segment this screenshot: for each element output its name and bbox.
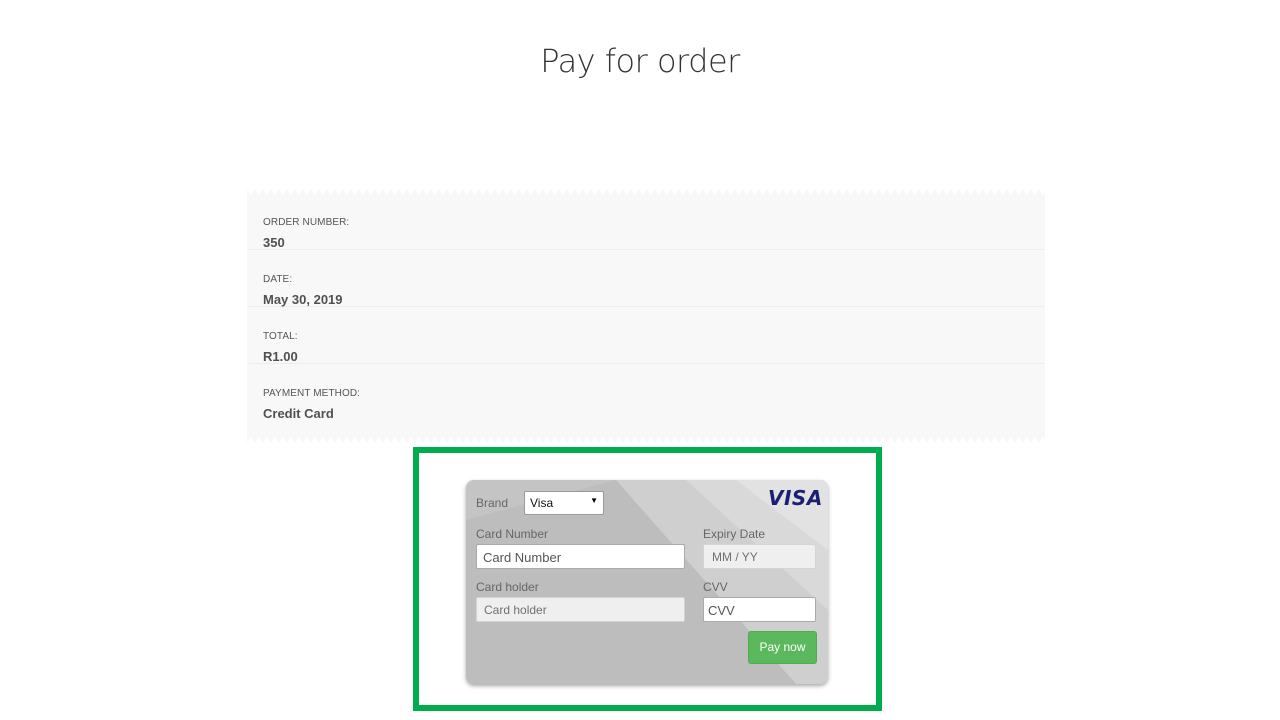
brand-selected-value: Visa	[530, 496, 554, 510]
order-details: ORDER NUMBER: 350 DATE: May 30, 2019 TOT…	[247, 189, 1045, 443]
brand-select[interactable]: Visa ▼	[524, 491, 604, 515]
order-number-label: ORDER NUMBER:	[263, 217, 350, 228]
page-title: Pay for order	[540, 42, 740, 80]
card-holder-label: Card holder	[476, 580, 539, 594]
expiry-date-input[interactable]: MM / YY	[703, 544, 816, 569]
brand-label: Brand	[476, 496, 509, 510]
order-row-payment-method: PAYMENT METHOD: Credit Card	[247, 364, 1045, 421]
order-date-label: DATE:	[263, 274, 293, 285]
payment-method-label: PAYMENT METHOD:	[263, 388, 361, 399]
order-row-date: DATE: May 30, 2019	[247, 250, 1045, 307]
zigzag-edge-bottom	[247, 437, 1045, 443]
visa-logo: VISA	[768, 486, 823, 510]
card-number-label: Card Number	[476, 527, 549, 541]
credit-card-form: Brand Visa ▼ VISA Card Number Card Numbe…	[466, 480, 828, 684]
card-holder-input[interactable]: Card holder	[476, 597, 685, 622]
cvv-input[interactable]: CVV	[703, 597, 816, 622]
order-total-label: TOTAL:	[263, 331, 298, 342]
order-number-value: 350	[263, 235, 285, 250]
expiry-date-label: Expiry Date	[703, 527, 766, 541]
payment-method-value: Credit Card	[263, 406, 334, 421]
order-row-number: ORDER NUMBER: 350	[247, 193, 1045, 250]
order-row-total: TOTAL: R1.00	[247, 307, 1045, 364]
cvv-label: CVV	[703, 580, 728, 594]
order-date-value: May 30, 2019	[263, 292, 343, 307]
order-total-value: R1.00	[263, 349, 298, 364]
pay-now-button[interactable]: Pay now	[748, 631, 817, 664]
card-number-input[interactable]: Card Number	[476, 544, 685, 569]
dropdown-arrow-icon: ▼	[590, 496, 598, 505]
